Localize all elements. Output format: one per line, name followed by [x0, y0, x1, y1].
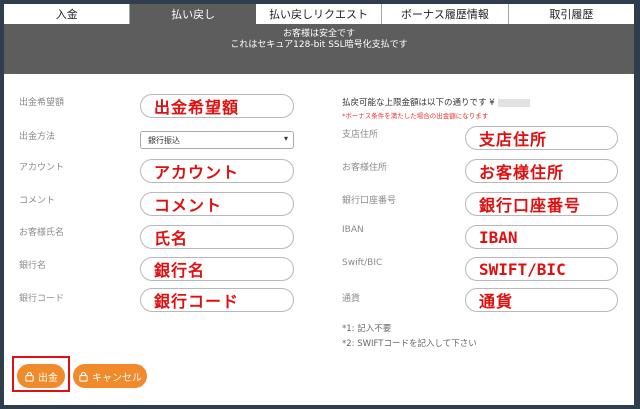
footnote-2: *2: SWIFTコードを記入して下さい: [342, 339, 477, 349]
iban-label: IBAN: [342, 225, 364, 235]
tab-withdrawal-request[interactable]: 払い戻しリクエスト: [256, 4, 383, 24]
bank-value: 銀行名: [154, 261, 206, 280]
bank-field[interactable]: 銀行名: [140, 257, 294, 281]
account-field[interactable]: アカウント: [140, 159, 294, 183]
name-label: お客様氏名: [19, 228, 65, 238]
address-label: お客様住所: [342, 163, 388, 173]
amount-label: 出金希望額: [19, 98, 65, 108]
amount-value: 出金希望額: [154, 98, 240, 117]
tab-deposit[interactable]: 入金: [4, 4, 131, 24]
cancel-button-label: キャンセル: [92, 372, 142, 384]
method-select[interactable]: 銀行振込 ▾: [140, 131, 294, 149]
swift-value: SWIFT/BIC: [479, 259, 566, 279]
withdrawal-page: 入金 払い戻し 払い戻しリクエスト ボーナス履歴情報 取引履歴 お客様は安全です…: [0, 0, 640, 409]
withdraw-button-highlight: [12, 356, 70, 392]
cancel-button[interactable]: キャンセル: [73, 364, 147, 388]
currency-field[interactable]: 通貨: [465, 288, 618, 312]
bankcode-label: 銀行コード: [19, 294, 65, 304]
accno-value: 銀行口座番号: [479, 196, 582, 215]
comment-field[interactable]: コメント: [140, 192, 294, 216]
branch-label: 支店住所: [342, 130, 379, 140]
accno-label: 銀行口座番号: [342, 196, 397, 206]
name-value: 氏名: [154, 229, 189, 248]
limit-text: 払戻可能な上限金額は以下の通りです ¥: [342, 96, 530, 108]
accno-field[interactable]: 銀行口座番号: [465, 192, 618, 216]
comment-label: コメント: [19, 196, 56, 206]
bankcode-value: 銀行コード: [154, 292, 240, 311]
lock-icon: [79, 371, 88, 382]
iban-value: IBAN: [479, 227, 518, 247]
security-notice: お客様は安全です これはセキュア128-bit SSL暗号化支払です: [4, 24, 634, 74]
chevron-down-icon: ▾: [283, 134, 288, 143]
currency-value: 通貨: [479, 292, 514, 311]
branch-field[interactable]: 支店住所: [465, 126, 618, 150]
tab-transaction-history[interactable]: 取引履歴: [509, 4, 634, 24]
bankcode-field[interactable]: 銀行コード: [140, 288, 294, 312]
footnote-1: *1: 記入不要: [342, 324, 392, 334]
amount-field[interactable]: 出金希望額: [140, 94, 294, 118]
swift-label: Swift/BIC: [342, 258, 383, 268]
limit-amount-redacted: [497, 98, 530, 107]
iban-field[interactable]: IBAN: [465, 225, 618, 249]
swift-field[interactable]: SWIFT/BIC: [465, 257, 618, 281]
security-notice-line1: お客様は安全です: [282, 29, 355, 39]
limit-text-label: 払戻可能な上限金額は以下の通りです ¥: [342, 98, 495, 108]
bonus-note: *ボーナス条件を満たした場合の出金額になります: [342, 112, 489, 120]
branch-value: 支店住所: [479, 130, 548, 149]
method-label: 出金方法: [19, 132, 56, 142]
currency-label: 通貨: [342, 294, 361, 304]
tab-bar: 入金 払い戻し 払い戻しリクエスト ボーナス履歴情報 取引履歴: [4, 4, 634, 24]
address-value: お客様住所: [479, 163, 565, 182]
tab-bonus-history[interactable]: ボーナス履歴情報: [382, 4, 509, 24]
bank-label: 銀行名: [19, 261, 47, 271]
comment-value: コメント: [154, 196, 223, 215]
tab-withdrawal[interactable]: 払い戻し: [130, 4, 256, 24]
address-field[interactable]: お客様住所: [465, 159, 618, 183]
name-field[interactable]: 氏名: [140, 225, 294, 249]
account-label: アカウント: [19, 163, 65, 173]
method-value: 銀行振込: [148, 135, 180, 145]
security-notice-line2: これはセキュア128-bit SSL暗号化支払です: [230, 40, 408, 50]
account-value: アカウント: [154, 163, 240, 182]
withdrawal-form: 出金希望額 出金希望額 出金方法 銀行振込 ▾ アカウント アカウント コメント…: [4, 74, 634, 405]
